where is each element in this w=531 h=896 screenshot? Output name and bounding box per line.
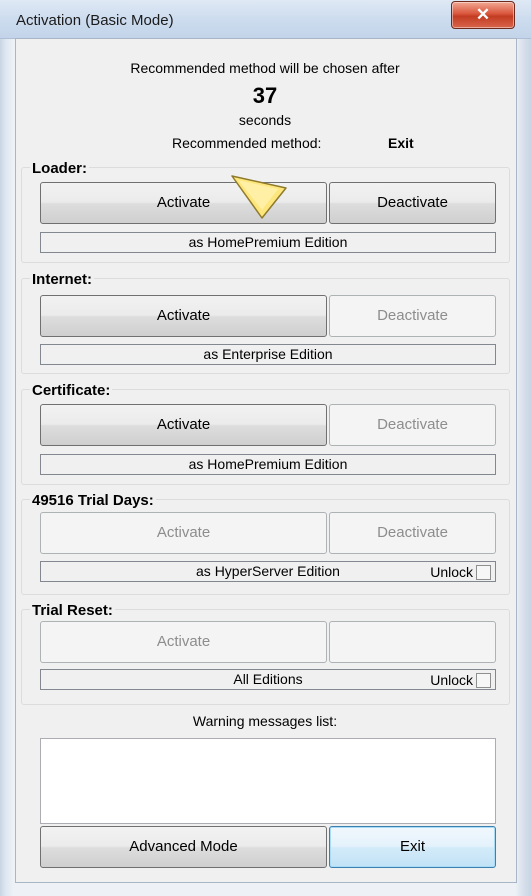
loader-edition: as HomePremium Edition	[40, 232, 496, 253]
certificate-edition: as HomePremium Edition	[40, 454, 496, 475]
trial-reset-unlock-label: Unlock	[430, 672, 473, 688]
internet-activate-button[interactable]: Activate	[40, 295, 327, 337]
countdown-value: 37	[252, 83, 278, 108]
recommended-method-value: Exit	[388, 135, 414, 151]
trial-days-unlock-checkbox[interactable]	[476, 565, 491, 580]
countdown-unit: seconds	[238, 112, 292, 128]
trial-days-edition-box: as HyperServer Edition Unlock	[40, 561, 496, 582]
certificate-deactivate-button[interactable]: Deactivate	[329, 404, 496, 446]
close-button[interactable]: ✕	[451, 1, 515, 29]
internet-group-label: Internet:	[30, 271, 94, 288]
loader-deactivate-button[interactable]: Deactivate	[329, 182, 496, 224]
exit-button[interactable]: Exit	[329, 826, 496, 868]
warning-messages-list[interactable]	[40, 738, 496, 824]
trial-reset-unlock[interactable]: Unlock	[430, 671, 491, 689]
internet-edition: as Enterprise Edition	[40, 344, 496, 365]
trial-days-activate-button[interactable]: Activate	[40, 512, 327, 554]
trial-days-deactivate-button[interactable]: Deactivate	[329, 512, 496, 554]
close-icon: ✕	[475, 5, 491, 24]
trial-days-unlock-label: Unlock	[430, 564, 473, 580]
warning-messages-label: Warning messages list:	[192, 713, 338, 729]
trial-days-unlock[interactable]: Unlock	[430, 563, 491, 581]
trial-reset-edition: All Editions	[233, 671, 303, 687]
countdown-intro: Recommended method will be chosen after	[130, 60, 400, 76]
trial-reset-activate-button[interactable]: Activate	[40, 621, 327, 663]
trial-reset-group-label: Trial Reset:	[30, 602, 115, 619]
advanced-mode-button[interactable]: Advanced Mode	[40, 826, 327, 868]
loader-group-label: Loader:	[30, 160, 90, 177]
recommended-method-label: Recommended method:	[172, 135, 322, 151]
trial-days-edition: as HyperServer Edition	[196, 563, 340, 579]
trial-reset-edition-box: All Editions Unlock	[40, 669, 496, 690]
mouse-cursor-icon	[231, 175, 287, 219]
internet-deactivate-button[interactable]: Deactivate	[329, 295, 496, 337]
certificate-group-label: Certificate:	[30, 382, 113, 399]
certificate-activate-button[interactable]: Activate	[40, 404, 327, 446]
trial-days-group-label: 49516 Trial Days:	[30, 492, 156, 509]
trial-reset-blank-button[interactable]	[329, 621, 496, 663]
title-bar[interactable]: Activation (Basic Mode) ✕	[0, 0, 531, 39]
window-title: Activation (Basic Mode)	[16, 12, 174, 29]
trial-reset-unlock-checkbox[interactable]	[476, 673, 491, 688]
